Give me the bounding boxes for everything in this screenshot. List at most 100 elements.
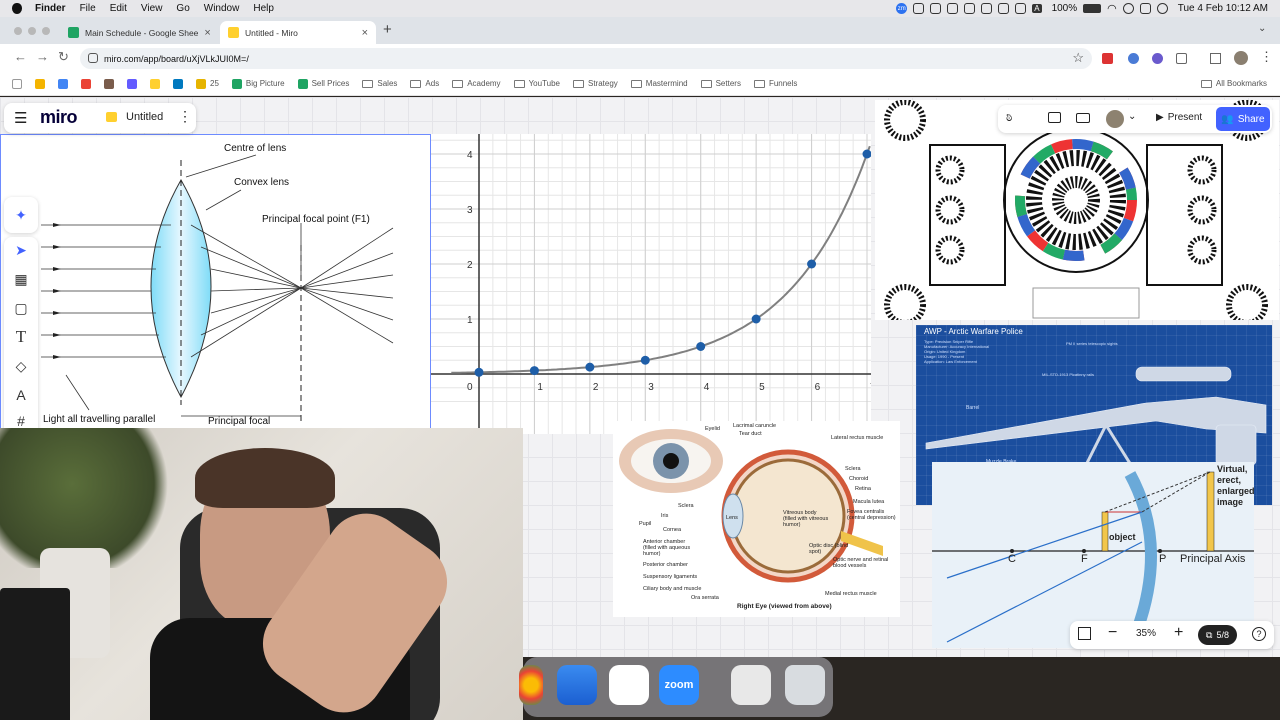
status-icon-5[interactable]	[981, 3, 993, 14]
back-icon[interactable]: ←	[14, 49, 27, 64]
zoom-status-icon[interactable]: zm	[896, 3, 908, 14]
video-call-icon[interactable]	[1076, 113, 1090, 123]
help-icon[interactable]: ?	[1252, 627, 1266, 641]
tab-close-icon[interactable]: ×	[204, 27, 210, 39]
reload-icon[interactable]: ↻	[58, 49, 69, 65]
bluetooth-icon[interactable]	[1015, 3, 1027, 14]
share-button[interactable]: 👥 Share	[1216, 107, 1270, 131]
status-icon-3[interactable]	[947, 3, 959, 14]
window-close-button[interactable]	[14, 27, 22, 35]
pen-icon[interactable]: A	[10, 384, 32, 406]
bookmark-folder-ads[interactable]: Ads	[410, 79, 439, 88]
bookmark-folder-mastermind[interactable]: Mastermind	[630, 79, 688, 88]
bookmark-sell-prices[interactable]: Sell Prices	[297, 78, 349, 89]
status-icon-6[interactable]	[998, 3, 1010, 14]
ai-sparkle-icon[interactable]: ✦	[10, 204, 32, 226]
tab-miro[interactable]: Untitled - Miro ×	[220, 21, 376, 44]
eye-label: Suspensory ligaments	[643, 574, 698, 580]
main-menu-icon[interactable]: ☰	[14, 109, 27, 127]
bookmark-folder-academy[interactable]: Academy	[452, 79, 501, 88]
present-button[interactable]: ▶ Present	[1156, 112, 1202, 123]
tab-close-icon[interactable]: ×	[362, 27, 368, 39]
slack-dock-icon[interactable]	[609, 665, 649, 705]
eye-anatomy-diagram[interactable]: Lacrimal caruncle Tear duct Eyelid Later…	[613, 421, 900, 617]
site-info-icon[interactable]	[88, 53, 98, 63]
bookmark-big-picture[interactable]: Big Picture	[231, 78, 285, 89]
apple-icon[interactable]	[12, 3, 22, 14]
profile-avatar[interactable]	[1234, 51, 1248, 65]
apps-grid-icon[interactable]	[12, 78, 22, 89]
status-icon-2[interactable]	[930, 3, 942, 14]
clock[interactable]: Tue 4 Feb 10:12 AM	[1178, 3, 1268, 14]
siri-icon[interactable]	[1156, 3, 1168, 14]
extensions-puzzle-icon[interactable]	[1176, 53, 1187, 64]
recent-window-dock-icon[interactable]	[731, 665, 771, 705]
exponential-chart[interactable]: 0 1 2 3 4 5 6 7 1 2 3 4	[431, 134, 871, 434]
zoom-out-icon[interactable]: −	[1108, 624, 1117, 642]
mountain-app-dock-icon[interactable]	[557, 665, 597, 705]
bookmark-25[interactable]: 25	[196, 78, 219, 89]
menu-file[interactable]: File	[80, 3, 96, 14]
bookmark-miro[interactable]	[150, 78, 160, 89]
bookmark-trello[interactable]	[173, 78, 183, 89]
bookmark-stripe[interactable]	[127, 78, 137, 89]
extension-icon-2[interactable]	[1128, 53, 1139, 64]
select-tool-icon[interactable]: ➤	[10, 239, 32, 261]
sticky-note-icon[interactable]: ▢	[10, 297, 32, 319]
reading-list-icon[interactable]	[1210, 53, 1221, 64]
bookmark-gmail[interactable]	[81, 78, 91, 89]
zoom-in-icon[interactable]: +	[1174, 624, 1183, 642]
wifi-icon[interactable]: ◠	[1107, 2, 1117, 15]
menu-app-finder[interactable]: Finder	[35, 3, 66, 14]
reactions-icon[interactable]: ಠಿ	[1006, 110, 1012, 125]
bookmark-sk[interactable]	[104, 78, 114, 89]
menu-help[interactable]: Help	[253, 3, 274, 14]
convex-lens-diagram[interactable]: Centre of lens Convex lens Principal foc…	[0, 134, 431, 434]
status-icon-4[interactable]	[964, 3, 976, 14]
menu-edit[interactable]: Edit	[110, 3, 127, 14]
all-bookmarks[interactable]: All Bookmarks	[1200, 79, 1267, 88]
resolution-test-chart-image[interactable]	[875, 100, 1279, 320]
zoom-level[interactable]: 35%	[1136, 628, 1156, 639]
input-source-icon[interactable]: A	[1032, 4, 1042, 13]
bookmark-folder-funnels[interactable]: Funnels	[753, 79, 797, 88]
user-avatar[interactable]	[1106, 110, 1124, 128]
zoom-dock-icon[interactable]: zoom	[659, 665, 699, 705]
control-center-icon[interactable]	[1139, 3, 1151, 14]
extension-icon-1[interactable]	[1102, 53, 1113, 64]
comments-icon[interactable]	[1048, 112, 1061, 123]
frames-counter[interactable]: ⧉ 5/8	[1198, 625, 1237, 645]
forward-icon[interactable]: →	[36, 49, 49, 64]
search-icon[interactable]	[1122, 3, 1134, 14]
chevron-down-icon[interactable]: ⌄	[1128, 111, 1136, 122]
browser-menu-icon[interactable]: ⋮	[1260, 49, 1273, 65]
menu-go[interactable]: Go	[176, 3, 189, 14]
status-icon-1[interactable]	[913, 3, 925, 14]
shapes-icon[interactable]: ◇	[10, 355, 32, 377]
menu-window[interactable]: Window	[204, 3, 240, 14]
chrome-dock-icon[interactable]	[519, 665, 543, 705]
trash-dock-icon[interactable]	[785, 665, 825, 705]
bookmark-star-icon[interactable]: ☆	[1072, 50, 1084, 66]
window-zoom-button[interactable]	[42, 27, 50, 35]
board-options-icon[interactable]: ⋮	[178, 108, 192, 125]
bookmark-folder-setters[interactable]: Setters	[700, 79, 741, 88]
tab-google-sheets[interactable]: Main Schedule - Google Shee ×	[60, 21, 218, 44]
miro-logo[interactable]: miro	[40, 107, 78, 128]
address-bar[interactable]: miro.com/app/board/uXjVLkJUI0M=/ ☆	[80, 48, 1092, 69]
battery-icon[interactable]	[1083, 4, 1102, 13]
board-name[interactable]: Untitled	[126, 111, 163, 123]
bookmark-calendar[interactable]	[58, 78, 68, 89]
fit-to-screen-icon[interactable]	[1078, 627, 1091, 640]
templates-icon[interactable]: ▦	[10, 268, 32, 290]
new-tab-icon[interactable]: +	[383, 21, 392, 38]
bookmark-folder-youtube[interactable]: YouTube	[513, 79, 560, 88]
window-minimize-button[interactable]	[28, 27, 36, 35]
extension-icon-3[interactable]	[1152, 53, 1163, 64]
bookmark-folder-sales[interactable]: Sales	[362, 79, 397, 88]
menu-view[interactable]: View	[141, 3, 163, 14]
text-tool-icon[interactable]: T	[10, 326, 32, 348]
bookmark-drive[interactable]	[35, 78, 45, 89]
bookmark-folder-strategy[interactable]: Strategy	[573, 79, 618, 88]
tab-search-icon[interactable]: ⌄	[1258, 23, 1266, 34]
